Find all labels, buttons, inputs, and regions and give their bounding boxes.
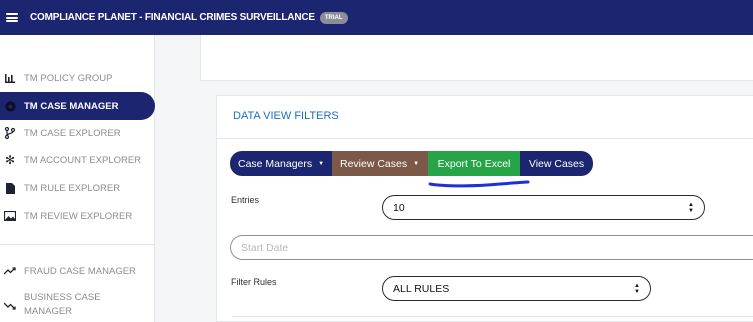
sidebar-item-tm-account-explorer[interactable]: ✻ TM ACCOUNT EXPLORER — [0, 146, 155, 174]
sidebar-item-label: TM REVIEW EXPLORER — [24, 210, 133, 222]
sidebar-item-label: TM CASE MANAGER — [24, 100, 119, 112]
view-cases-button[interactable]: View Cases — [520, 151, 593, 176]
menu-icon[interactable] — [6, 13, 18, 22]
trial-badge: TRIAL — [319, 11, 348, 24]
image-icon — [4, 210, 16, 222]
card-title: DATA VIEW FILTERS — [233, 110, 339, 122]
gear-icon — [4, 100, 16, 112]
trend-down-icon — [4, 300, 16, 312]
sidebar-item-tm-rule-explorer[interactable]: TM RULE EXPLORER — [0, 174, 155, 202]
select-arrows-icon: ▲ ▼ — [688, 202, 694, 214]
start-date-placeholder: Start Date — [241, 241, 289, 254]
app-title: COMPLIANCE PLANET - FINANCIAL CRIMES SUR… — [30, 12, 315, 23]
entries-label: Entries — [231, 195, 260, 205]
sidebar-item-fraud-case-manager[interactable]: FRAUD CASE MANAGER — [0, 257, 155, 285]
branch-icon — [4, 127, 16, 139]
sidebar-item-tm-case-explorer[interactable]: TM CASE EXPLORER — [0, 119, 155, 147]
trend-up-icon — [4, 265, 16, 277]
filter-button-group: Case Managers ▼ Review Cases ▼ Export To… — [230, 151, 593, 176]
sidebar: TM POLICY GROUP TM CASE MANAGER TM CASE … — [0, 35, 155, 322]
entries-value: 10 — [393, 201, 405, 214]
case-managers-button[interactable]: Case Managers ▼ — [230, 151, 332, 176]
filter-rules-label: Filter Rules — [231, 277, 277, 287]
caret-down-icon: ▼ — [318, 160, 325, 167]
blue-annotation-underline — [428, 180, 530, 188]
review-cases-button[interactable]: Review Cases ▼ — [332, 151, 428, 176]
sidebar-item-tm-policy-group[interactable]: TM POLICY GROUP — [0, 64, 155, 92]
caret-down-icon: ▼ — [413, 160, 420, 167]
case-managers-label: Case Managers — [238, 157, 313, 170]
entries-select[interactable]: 10 ▲ ▼ — [382, 195, 705, 220]
sidebar-item-label: FRAUD CASE MANAGER — [24, 265, 136, 277]
sidebar-item-label: TM ACCOUNT EXPLORER — [24, 154, 142, 166]
sidebar-item-label: BUSINESS CASE MANAGER — [24, 292, 101, 317]
export-to-excel-button[interactable]: Export To Excel — [428, 151, 520, 176]
sidebar-item-tm-review-explorer[interactable]: TM REVIEW EXPLORER — [0, 202, 155, 230]
file-icon — [4, 182, 16, 194]
top-bar: COMPLIANCE PLANET - FINANCIAL CRIMES SUR… — [0, 0, 753, 35]
bar-chart-icon — [4, 72, 16, 84]
sidebar-item-label: TM RULE EXPLORER — [24, 182, 121, 194]
main-header-panel — [200, 35, 753, 81]
sidebar-divider — [0, 244, 155, 245]
sidebar-item-label: TM CASE EXPLORER — [24, 127, 121, 139]
sidebar-item-tm-case-manager[interactable]: TM CASE MANAGER — [0, 92, 155, 120]
bottom-divider — [232, 316, 753, 317]
sidebar-item-label: TM POLICY GROUP — [24, 72, 113, 84]
snowflake-icon: ✻ — [4, 153, 16, 167]
review-cases-label: Review Cases — [340, 157, 408, 170]
sidebar-item-business-case-manager[interactable]: BUSINESS CASE MANAGER — [0, 291, 155, 322]
filter-rules-value: ALL RULES — [393, 282, 450, 295]
select-arrows-icon: ▲ ▼ — [634, 283, 640, 295]
card-divider — [217, 138, 753, 139]
filter-rules-select[interactable]: ALL RULES ▲ ▼ — [382, 276, 651, 301]
start-date-input[interactable]: Start Date — [230, 235, 753, 260]
